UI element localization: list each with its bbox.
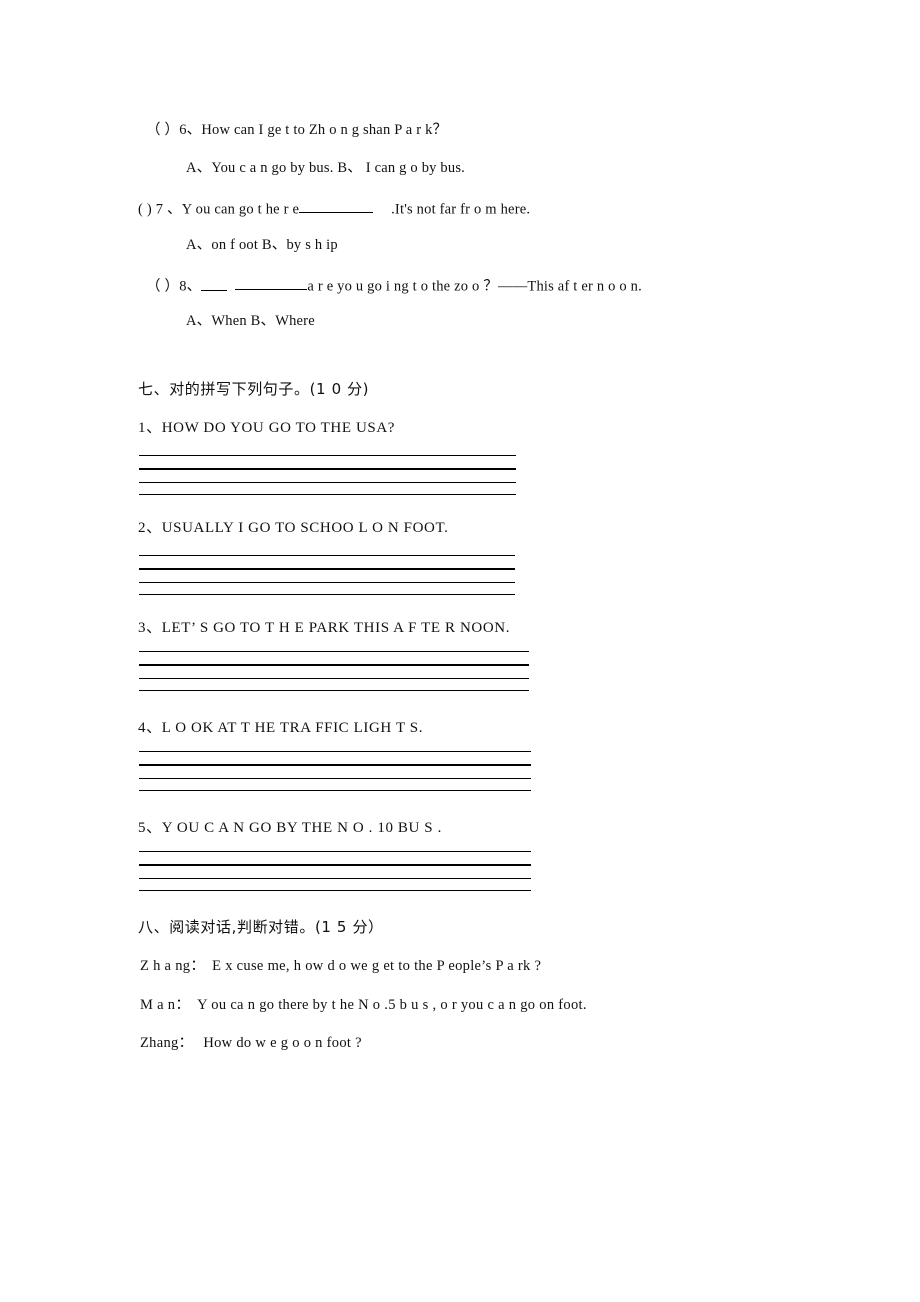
guide-line-top xyxy=(139,751,531,752)
guide-line-top xyxy=(139,455,516,456)
guide-line-baseline xyxy=(139,863,531,867)
sentence-4: 4、L O OK AT T HE TRA FFIC LIGH T S. xyxy=(138,721,423,736)
sentence-5-number: 5、 xyxy=(138,820,162,836)
question-6-stem: How can I ge t to Zh o n g shan P a r k？ xyxy=(201,122,448,138)
sentence-3: 3、LET’ S GO TO T H E PARK THIS A F TE R … xyxy=(138,621,510,636)
dialogue-text-1: E x cuse me, h ow d o we g et to the P e… xyxy=(212,958,542,974)
guide-line-bottom xyxy=(139,594,515,595)
question-7-blank[interactable] xyxy=(299,200,374,214)
dialogue-speaker-zhang-1: Z h a ng： xyxy=(140,958,206,974)
sentence-1: 1、HOW DO YOU GO TO THE USA? xyxy=(138,421,395,436)
question-7-line: ( ) 7 、Y ou can go t he r e .It's not far… xyxy=(138,200,530,217)
sentence-5-text: Y OU C A N GO BY THE N O . 10 BU S . xyxy=(161,820,442,836)
sentence-4-text: L O OK AT T HE TRA FFIC LIGH T S. xyxy=(161,720,424,736)
guide-line-bottom xyxy=(139,890,531,891)
sentence-3-number: 3、 xyxy=(138,620,162,636)
sentence-2-number: 2、 xyxy=(138,520,162,536)
guide-line-third xyxy=(139,678,529,679)
question-6-options: A、You c a n go by bus. B、 I can g o by b… xyxy=(186,160,465,176)
sentence-2: 2、USUALLY I GO TO SCHOO L O N FOOT. xyxy=(138,521,448,536)
writing-guide-4[interactable] xyxy=(139,751,531,799)
writing-guide-2[interactable] xyxy=(139,555,515,603)
dialogue-text-2: Y ou ca n go there by t he N o .5 b u s … xyxy=(197,997,587,1013)
guide-line-baseline xyxy=(139,763,531,767)
guide-line-third xyxy=(139,778,531,779)
question-8-options: A、When B、Where xyxy=(186,313,315,329)
sentence-1-text: HOW DO YOU GO TO THE USA? xyxy=(161,420,396,436)
dialogue-line-1: Z h a ng： E x cuse me, h ow d o we g et t… xyxy=(140,959,541,974)
sentence-5: 5、Y OU C A N GO BY THE N O . 10 BU S . xyxy=(138,821,442,836)
question-6-line: （ ）6、How can I ge t to Zh o n g shan P a… xyxy=(146,123,447,138)
sentence-2-text: USUALLY I GO TO SCHOO L O N FOOT. xyxy=(161,520,449,536)
question-8-blank[interactable] xyxy=(235,277,308,291)
sentence-4-number: 4、 xyxy=(138,720,162,736)
question-7-marker: ( ) 7 、 xyxy=(138,201,182,218)
writing-guide-3[interactable] xyxy=(139,651,529,699)
question-8-stem-after: a r e yo u go i ng t o the zo o ？——This … xyxy=(307,278,642,295)
guide-line-top xyxy=(139,651,529,652)
dialogue-line-3: Zhang： How do w e g o o n foot ? xyxy=(140,1036,362,1051)
sentence-3-text: LET’ S GO TO T H E PARK THIS A F TE R NO… xyxy=(161,620,511,636)
question-8-leading-dash xyxy=(201,283,228,292)
writing-guide-5[interactable] xyxy=(139,851,531,899)
guide-line-baseline xyxy=(139,567,515,571)
guide-line-bottom xyxy=(139,790,531,791)
question-7-stem-before: Y ou can go t he r e xyxy=(181,201,300,218)
section-eight-heading: 八、阅读对话,判断对错。(1 5 分） xyxy=(138,918,384,936)
question-8-line: （ ）8、 a r e yo u go i ng t o the zo o ？——… xyxy=(146,277,642,294)
question-6-marker: （ ）6、 xyxy=(146,122,202,138)
sentence-1-number: 1、 xyxy=(138,420,162,436)
guide-line-baseline xyxy=(139,663,529,667)
guide-line-third xyxy=(139,582,515,583)
guide-line-bottom xyxy=(139,690,529,691)
worksheet-page: （ ）6、How can I ge t to Zh o n g shan P a… xyxy=(0,0,920,1302)
guide-line-bottom xyxy=(139,494,516,495)
question-7-options: A、on f oot B、by s h ip xyxy=(186,237,338,253)
guide-line-baseline xyxy=(139,467,516,471)
guide-line-third xyxy=(139,482,516,483)
guide-line-top xyxy=(139,555,515,556)
dialogue-speaker-man: M a n： xyxy=(140,997,191,1013)
dialogue-speaker-zhang-2: Zhang： xyxy=(140,1035,194,1051)
guide-line-top xyxy=(139,851,531,852)
dialogue-line-2: M a n： Y ou ca n go there by t he N o .5 … xyxy=(140,998,587,1013)
section-seven-heading: 七、对的拼写下列句子。(1 0 分) xyxy=(138,380,370,398)
question-8-marker: （ ）8、 xyxy=(146,278,202,295)
dialogue-text-3: How do w e g o o n foot ? xyxy=(203,1035,362,1051)
question-7-stem-after: .It's not far fr o m here. xyxy=(391,201,531,218)
writing-guide-1[interactable] xyxy=(139,455,516,503)
guide-line-third xyxy=(139,878,531,879)
